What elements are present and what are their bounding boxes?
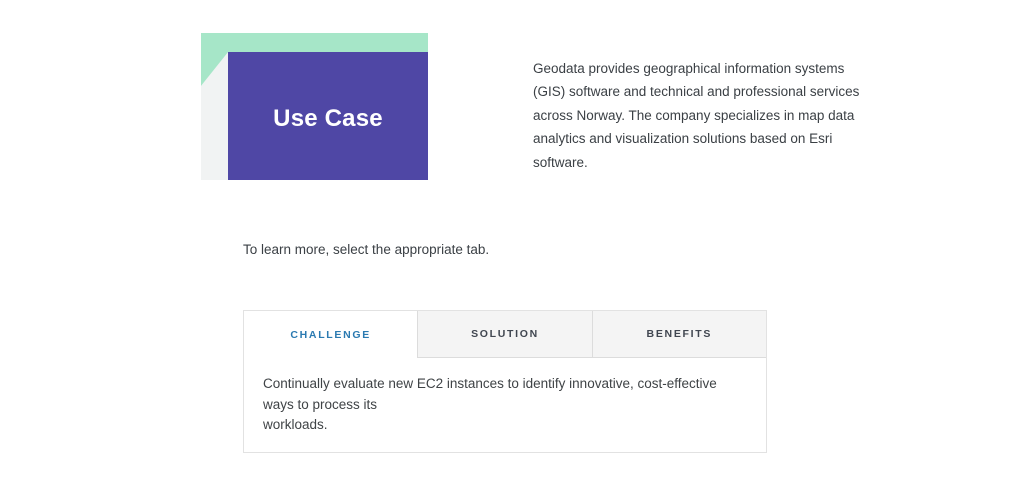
tab-panel-challenge: Continually evaluate new EC2 instances t… [244,358,766,436]
tab-panel-text-line: Continually evaluate new EC2 instances t… [263,376,717,412]
use-case-image-fold-shape [201,52,228,180]
company-description: Geodata provides geographical informatio… [533,57,863,174]
use-case-tab-widget: CHALLENGE SOLUTION BENEFITS Continually … [243,310,767,453]
use-case-image: Use Case [201,33,428,180]
tab-solution[interactable]: SOLUTION [417,311,592,358]
company-description-line: Geodata provides geographical informatio… [533,61,845,76]
company-description-line: analytics and visualization solutions ba… [533,131,833,147]
company-description-line: across Norway. The company specializes i… [533,107,855,123]
tab-challenge[interactable]: CHALLENGE [244,311,418,358]
company-description-line: software. [533,154,588,170]
company-description-line: (GIS) software and technical and profess… [533,84,860,100]
use-case-image-purple-card: Use Case [228,52,428,180]
tab-panel-text-line: workloads. [263,417,328,432]
tab-benefits[interactable]: BENEFITS [591,311,766,358]
tab-instruction: To learn more, select the appropriate ta… [243,242,490,257]
use-case-image-title: Use Case [273,105,383,132]
tab-bar: CHALLENGE SOLUTION BENEFITS [244,311,766,358]
